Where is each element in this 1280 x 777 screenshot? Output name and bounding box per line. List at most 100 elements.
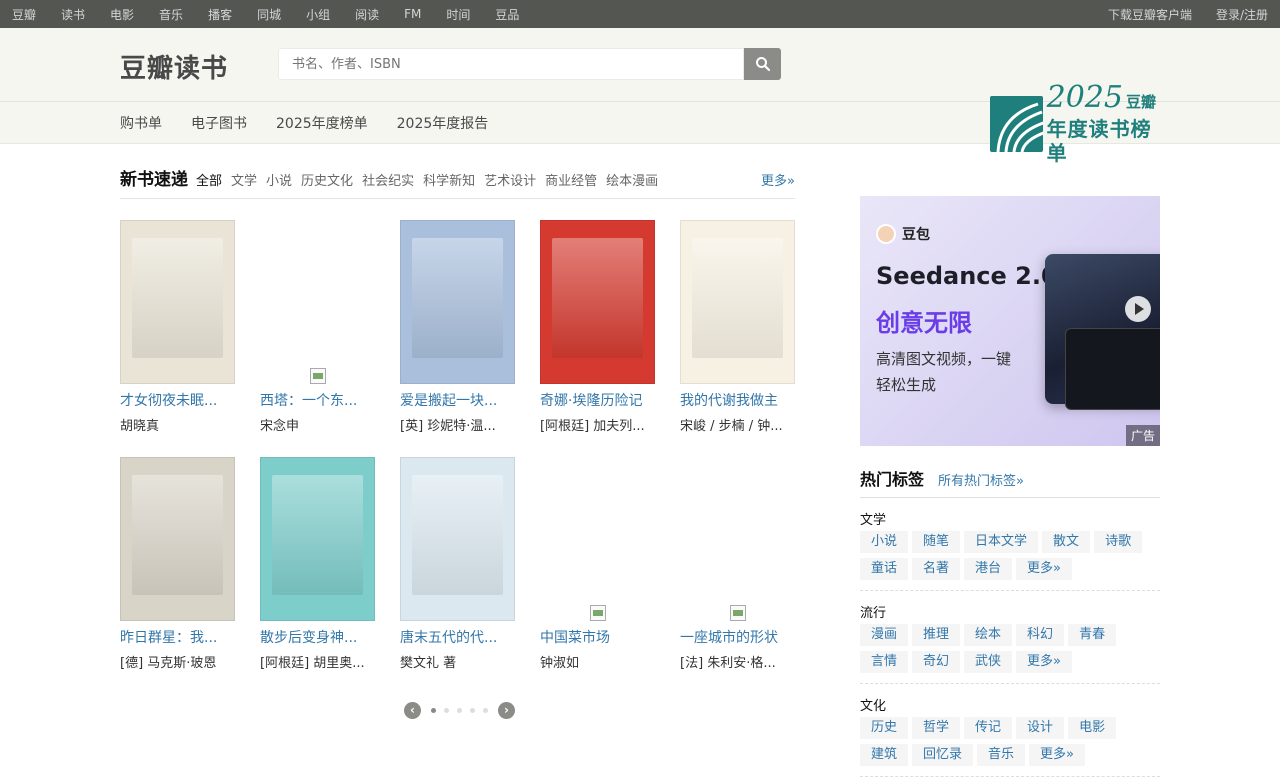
book-title[interactable]: 中国菜市场 <box>540 627 665 647</box>
tag-chip[interactable]: 散文 <box>1042 531 1091 553</box>
book-item[interactable]: 中国菜市场 钟淑如 <box>540 457 665 671</box>
book-cover[interactable] <box>260 457 375 621</box>
tag-chip[interactable]: 青春 <box>1068 624 1117 646</box>
carousel-prev-button[interactable]: ‹ <box>404 702 421 719</box>
tag-chip[interactable]: 推理 <box>912 624 961 646</box>
top-nav-item[interactable]: 阅读 <box>355 6 379 23</box>
book-item[interactable]: 奇娜·埃隆历险记 [阿根廷] 加夫列... <box>540 220 665 434</box>
top-nav-item[interactable]: 读书 <box>61 6 85 23</box>
tag-chip[interactable]: 哲学 <box>912 717 961 739</box>
book-item[interactable]: 西塔：一个东... 宋念申 <box>260 220 385 434</box>
tag-chip[interactable]: 诗歌 <box>1094 531 1143 553</box>
tag-chip[interactable]: 建筑 <box>860 744 909 766</box>
book-cover[interactable] <box>540 220 655 384</box>
book-title[interactable]: 西塔：一个东... <box>260 390 385 410</box>
tag-chip[interactable]: 言情 <box>860 651 909 673</box>
category-tab[interactable]: 全部 <box>196 174 222 189</box>
douban-books-logo[interactable]: 豆瓣读书 <box>120 48 228 85</box>
top-nav-item[interactable]: 时间 <box>446 6 470 23</box>
sub-nav-item[interactable]: 2025年度榜单 <box>276 113 368 133</box>
new-books-more-link[interactable]: 更多» <box>761 170 795 189</box>
tag-chip[interactable]: 随笔 <box>912 531 961 553</box>
book-cover[interactable] <box>260 220 375 384</box>
book-title[interactable]: 昨日群星：我... <box>120 627 245 647</box>
book-cover[interactable] <box>400 220 515 384</box>
login-register-link[interactable]: 登录/注册 <box>1216 6 1268 23</box>
tag-chip[interactable]: 音乐 <box>977 744 1026 766</box>
carousel-dot[interactable] <box>444 708 449 713</box>
category-tab[interactable]: 历史文化 <box>301 174 353 189</box>
book-cover[interactable] <box>120 457 235 621</box>
book-item[interactable]: 一座城市的形状 [法] 朱利安·格... <box>680 457 805 671</box>
book-cover[interactable] <box>540 457 655 621</box>
tag-chip[interactable]: 奇幻 <box>912 651 961 673</box>
tag-chip[interactable]: 更多» <box>1016 558 1073 580</box>
book-title[interactable]: 我的代谢我做主 <box>680 390 805 410</box>
book-item[interactable]: 爱是搬起一块... [英] 珍妮特·温... <box>400 220 525 434</box>
book-cover[interactable] <box>120 220 235 384</box>
carousel-dot[interactable] <box>483 708 488 713</box>
tag-chip[interactable]: 小说 <box>860 531 909 553</box>
book-title[interactable]: 奇娜·埃隆历险记 <box>540 390 665 410</box>
sub-nav-item[interactable]: 2025年度报告 <box>397 113 489 133</box>
top-nav-item[interactable]: 豆品 <box>495 6 519 23</box>
carousel-pager: ‹ › <box>404 702 515 719</box>
carousel-dot[interactable] <box>457 708 462 713</box>
category-tab[interactable]: 小说 <box>266 174 292 189</box>
top-nav-item[interactable]: 电影 <box>110 6 134 23</box>
tag-chip[interactable]: 日本文学 <box>964 531 1039 553</box>
search-button[interactable] <box>744 48 781 80</box>
tag-chip[interactable]: 童话 <box>860 558 909 580</box>
book-title[interactable]: 才女彻夜未眠... <box>120 390 245 410</box>
tag-chip[interactable]: 设计 <box>1016 717 1065 739</box>
top-nav-item[interactable]: 豆瓣 <box>12 6 36 23</box>
search-input[interactable] <box>278 48 744 80</box>
tag-chip[interactable]: 历史 <box>860 717 909 739</box>
tag-chip[interactable]: 电影 <box>1068 717 1117 739</box>
tag-chips: 漫画 推理 绘本 科幻 青春言情 奇幻 武侠 更多» <box>860 624 1160 678</box>
tag-chip[interactable]: 更多» <box>1029 744 1086 766</box>
category-tab[interactable]: 文学 <box>231 174 257 189</box>
book-title[interactable]: 一座城市的形状 <box>680 627 805 647</box>
tag-chip[interactable]: 回忆录 <box>912 744 974 766</box>
top-nav-item[interactable]: 小组 <box>306 6 330 23</box>
category-tab[interactable]: 绘本漫画 <box>606 174 658 189</box>
top-nav-item[interactable]: FM <box>404 7 421 21</box>
book-cover[interactable] <box>400 457 515 621</box>
tag-chip[interactable]: 传记 <box>964 717 1013 739</box>
book-item[interactable]: 散步后变身神... [阿根廷] 胡里奥... <box>260 457 385 671</box>
sub-nav-item[interactable]: 电子图书 <box>191 113 247 133</box>
carousel-dot[interactable] <box>470 708 475 713</box>
book-title[interactable]: 爱是搬起一块... <box>400 390 525 410</box>
book-item[interactable]: 昨日群星：我... [德] 马克斯·玻恩 <box>120 457 245 671</box>
book-title[interactable]: 散步后变身神... <box>260 627 385 647</box>
tag-chip[interactable]: 武侠 <box>964 651 1013 673</box>
book-cover[interactable] <box>680 457 795 621</box>
sub-nav-item[interactable]: 购书单 <box>120 113 162 133</box>
book-title[interactable]: 唐末五代的代... <box>400 627 525 647</box>
tag-chip[interactable]: 绘本 <box>964 624 1013 646</box>
category-tab[interactable]: 艺术设计 <box>484 174 536 189</box>
book-cover[interactable] <box>680 220 795 384</box>
top-nav-item[interactable]: 播客 <box>208 6 232 23</box>
annual-list-badge[interactable]: 2025 豆瓣 年度读书榜单 <box>990 83 1165 165</box>
top-nav-item[interactable]: 同城 <box>257 6 281 23</box>
carousel-dot[interactable] <box>431 708 436 713</box>
book-item[interactable]: 我的代谢我做主 宋峻 / 步楠 / 钟... <box>680 220 805 434</box>
book-item[interactable]: 才女彻夜未眠... 胡晓真 <box>120 220 245 434</box>
top-nav-item[interactable]: 音乐 <box>159 6 183 23</box>
category-tab[interactable]: 社会纪实 <box>362 174 414 189</box>
carousel-next-button[interactable]: › <box>498 702 515 719</box>
tag-chip[interactable]: 更多» <box>1016 651 1073 673</box>
advertisement-banner[interactable]: 豆包 Seedance 2.0 创意无限 高清图文视频，一键 轻松生成 广告 <box>860 196 1160 446</box>
top-nav-right: 下载豆瓣客户端 登录/注册 <box>1084 6 1268 23</box>
category-tab[interactable]: 科学新知 <box>423 174 475 189</box>
download-app-link[interactable]: 下载豆瓣客户端 <box>1108 6 1192 23</box>
tag-chip[interactable]: 漫画 <box>860 624 909 646</box>
book-item[interactable]: 唐末五代的代... 樊文礼 著 <box>400 457 525 671</box>
tag-chip[interactable]: 港台 <box>964 558 1013 580</box>
tag-chip[interactable]: 名著 <box>912 558 961 580</box>
all-hot-tags-link[interactable]: 所有热门标签» <box>938 470 1024 489</box>
category-tab[interactable]: 商业经管 <box>545 174 597 189</box>
tag-chip[interactable]: 科幻 <box>1016 624 1065 646</box>
